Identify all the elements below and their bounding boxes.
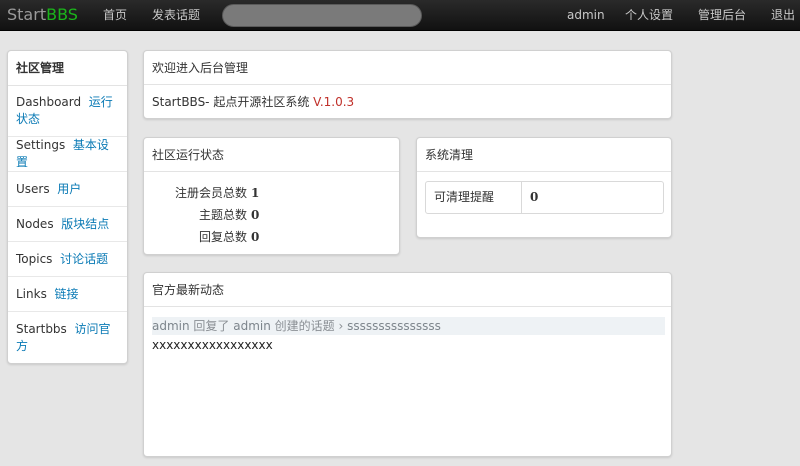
cleanup-panel: 系统清理 可清理提醒 0: [416, 137, 672, 238]
stat-value: 0: [251, 208, 260, 222]
sidebar-item-topics[interactable]: Topics 讨论话题: [8, 242, 127, 277]
news-item: admin 回复了 admin 创建的话题 › sssssssssssssss: [152, 317, 665, 335]
welcome-body: StartBBS- 起点开源社区系统 V.1.0.3: [144, 85, 671, 119]
status-panel: 社区运行状态 注册会员总数 1 主题总数 0 回复总数 0: [143, 137, 400, 255]
sidebar-item-cn-link[interactable]: 链接: [54, 287, 78, 301]
status-title: 社区运行状态: [144, 138, 399, 172]
sidebar-item-en-label: Settings: [16, 138, 66, 152]
welcome-panel: 欢迎进入后台管理 StartBBS- 起点开源社区系统 V.1.0.3: [143, 50, 672, 119]
sidebar-item-en-label: Links: [16, 286, 47, 301]
sidebar-item-dashboard[interactable]: Dashboard 运行状态: [8, 86, 127, 137]
news-panel: 官方最新动态 admin 回复了 admin 创建的话题 › sssssssss…: [143, 272, 672, 457]
sidebar-item-cn-link[interactable]: 用户: [57, 182, 81, 196]
brand-logo-start: Start: [7, 5, 47, 24]
brand-logo-bbs: BBS: [46, 5, 78, 24]
stat-row-members: 注册会员总数 1: [144, 182, 401, 204]
sidebar-title: 社区管理: [8, 51, 127, 86]
nav-user-link[interactable]: admin: [567, 7, 605, 23]
nav-home-link[interactable]: 首页: [103, 7, 127, 23]
sidebar-item-en-label: Topics: [16, 251, 53, 266]
stat-row-topics: 主题总数 0: [144, 204, 401, 226]
version-number: V.1.0.3: [313, 95, 355, 109]
stat-label: 主题总数: [198, 208, 247, 222]
stat-row-replies: 回复总数 0: [144, 226, 401, 248]
nav-post-topic-link[interactable]: 发表话题: [152, 7, 200, 23]
news-content: xxxxxxxxxxxxxxxxx: [152, 338, 273, 352]
sidebar-item-en-label: Startbbs: [16, 322, 67, 336]
news-replied-text: 回复了: [189, 319, 234, 333]
brand-logo[interactable]: StartBBS: [7, 5, 78, 25]
sidebar-item-links[interactable]: Links 链接: [8, 277, 127, 312]
sidebar-item-en-label: Nodes: [16, 216, 54, 231]
admin-sidebar: 社区管理 Dashboard 运行状态 Settings 基本设置 Users …: [7, 50, 128, 364]
sidebar-item-en-label: Dashboard: [16, 95, 82, 109]
sidebar-item-nodes[interactable]: Nodes 版块结点: [8, 207, 127, 242]
sidebar-item-en-label: Users: [16, 181, 50, 196]
cleanup-table: 可清理提醒 0: [425, 181, 664, 214]
nav-logout-link[interactable]: 退出: [771, 7, 795, 23]
cleanup-label: 可清理提醒: [426, 182, 522, 213]
welcome-title: 欢迎进入后台管理: [144, 51, 671, 85]
sidebar-item-startbbs[interactable]: Startbbs 访问官方: [8, 312, 127, 364]
top-navbar: StartBBS 首页 发表话题 admin 个人设置 管理后台 退出: [0, 0, 800, 31]
cleanup-value: 0: [530, 190, 539, 204]
stat-label: 注册会员总数: [174, 186, 247, 200]
sidebar-item-cn-link[interactable]: 版块结点: [61, 217, 109, 231]
sidebar-item-users[interactable]: Users 用户: [8, 172, 127, 207]
news-topic-link[interactable]: sssssssssssssss: [347, 319, 441, 333]
cleanup-title: 系统清理: [417, 138, 671, 172]
nav-admin-link[interactable]: 管理后台: [698, 7, 746, 23]
stat-label: 回复总数: [198, 230, 247, 244]
news-title: 官方最新动态: [144, 273, 671, 307]
system-name: StartBBS- 起点开源社区系统: [152, 95, 314, 109]
sidebar-item-cn-link[interactable]: 讨论话题: [60, 252, 108, 266]
news-user-link[interactable]: admin: [152, 319, 190, 333]
search-input[interactable]: [222, 4, 422, 27]
news-created-text: 创建的话题 ›: [270, 319, 348, 333]
stat-value: 1: [251, 186, 260, 200]
sidebar-item-settings[interactable]: Settings 基本设置: [8, 137, 127, 172]
stat-value: 0: [251, 230, 260, 244]
nav-settings-link[interactable]: 个人设置: [625, 7, 673, 23]
news-author-link[interactable]: admin: [233, 319, 271, 333]
